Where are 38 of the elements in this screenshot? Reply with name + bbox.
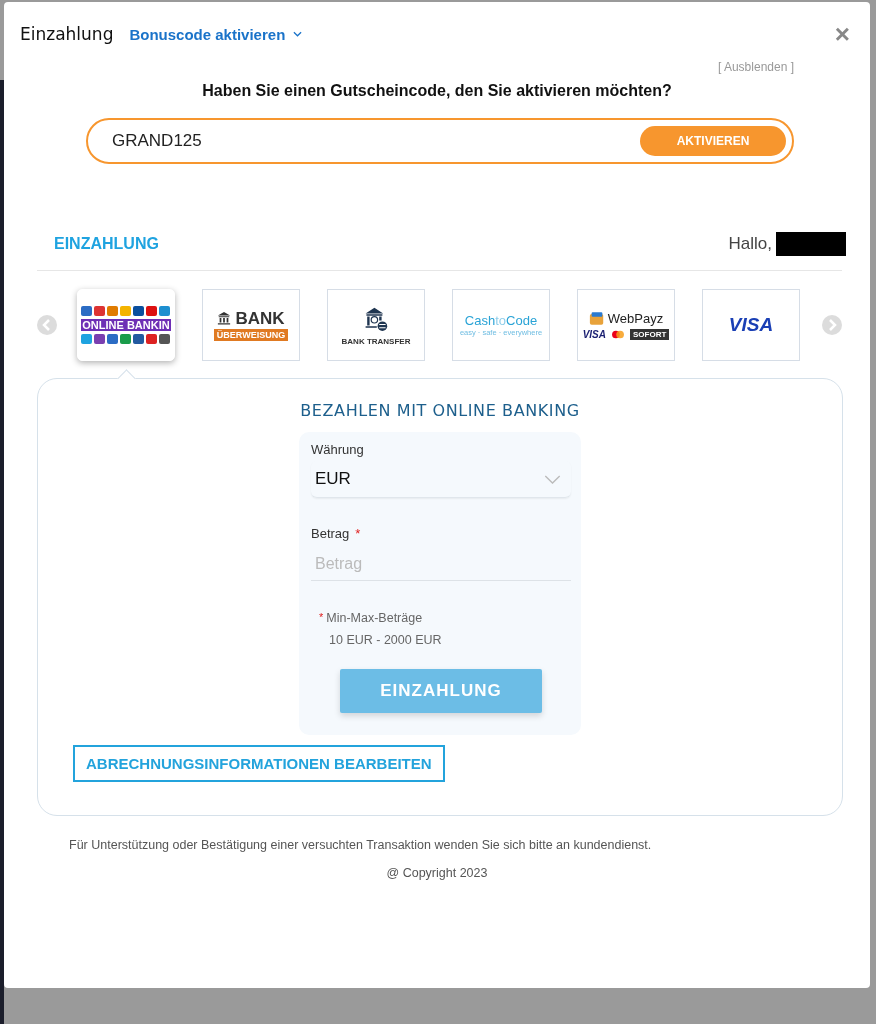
amount-field[interactable]: Betrag [311,547,571,581]
payment-method-tile[interactable]: WebPayz VISA SOFORT [577,289,675,361]
wallet-icon [588,310,605,326]
support-note: Für Unterstützung oder Bestätigung einer versuchten Transaktion wenden Sie sich bitte an kundendienst. [69,838,653,852]
form-title: BEZAHLEN MIT ONLINE BANKING [299,401,581,420]
logo-text: CashtoCode [464,313,538,328]
logo-text: SOFORT [630,328,670,340]
voucher-question: Haben Sie einen Gutscheincode, den Sie aktivieren möchten? [201,82,673,100]
logo-text: ÜBERWEISUNG [213,328,289,341]
payment-method-tile[interactable]: BANK ÜBERWEISUNG [202,289,300,361]
field-label: Betrag [311,526,350,541]
field-label: Währung [311,442,365,457]
currency-select[interactable]: EUR [311,461,571,498]
redacted-name [776,232,846,256]
payment-method-tile[interactable]: VISA [702,289,800,361]
logo-text: BANK [235,309,285,327]
required-mark: * [319,611,324,625]
bank-building-icon [217,311,232,325]
voucher-code-field[interactable]: GRAND125 AKTIVIEREN [86,118,794,164]
chevron-down-icon [293,31,303,37]
required-mark: * [355,526,361,541]
bonus-code-link[interactable]: Bonuscode aktivieren [129,25,303,43]
limits-range: 10 EUR - 2000 EUR [328,633,443,647]
payment-method-tile[interactable]: ONLINE BANKIN [77,289,175,361]
logo-text: VISA [582,328,606,340]
copyright: @ Copyright 2023 [385,866,489,880]
chevron-down-icon [544,474,561,484]
logo-text: BANK TRANSFER [341,336,411,346]
close-button[interactable]: × [830,21,854,47]
logo-text: WebPayz [607,310,664,326]
payment-method-tile[interactable]: BANK TRANSFER [327,289,425,361]
logo-text: VISA [728,314,774,336]
limits-title: Min-Max-Beträge [326,611,423,625]
greeting: Hallo, [728,234,772,254]
logo-text: ONLINE BANKIN [81,319,171,331]
dialog-title: Einzahlung [20,24,114,44]
card-circles-icon [611,329,625,339]
section-title: EINZAHLUNG [54,235,159,253]
